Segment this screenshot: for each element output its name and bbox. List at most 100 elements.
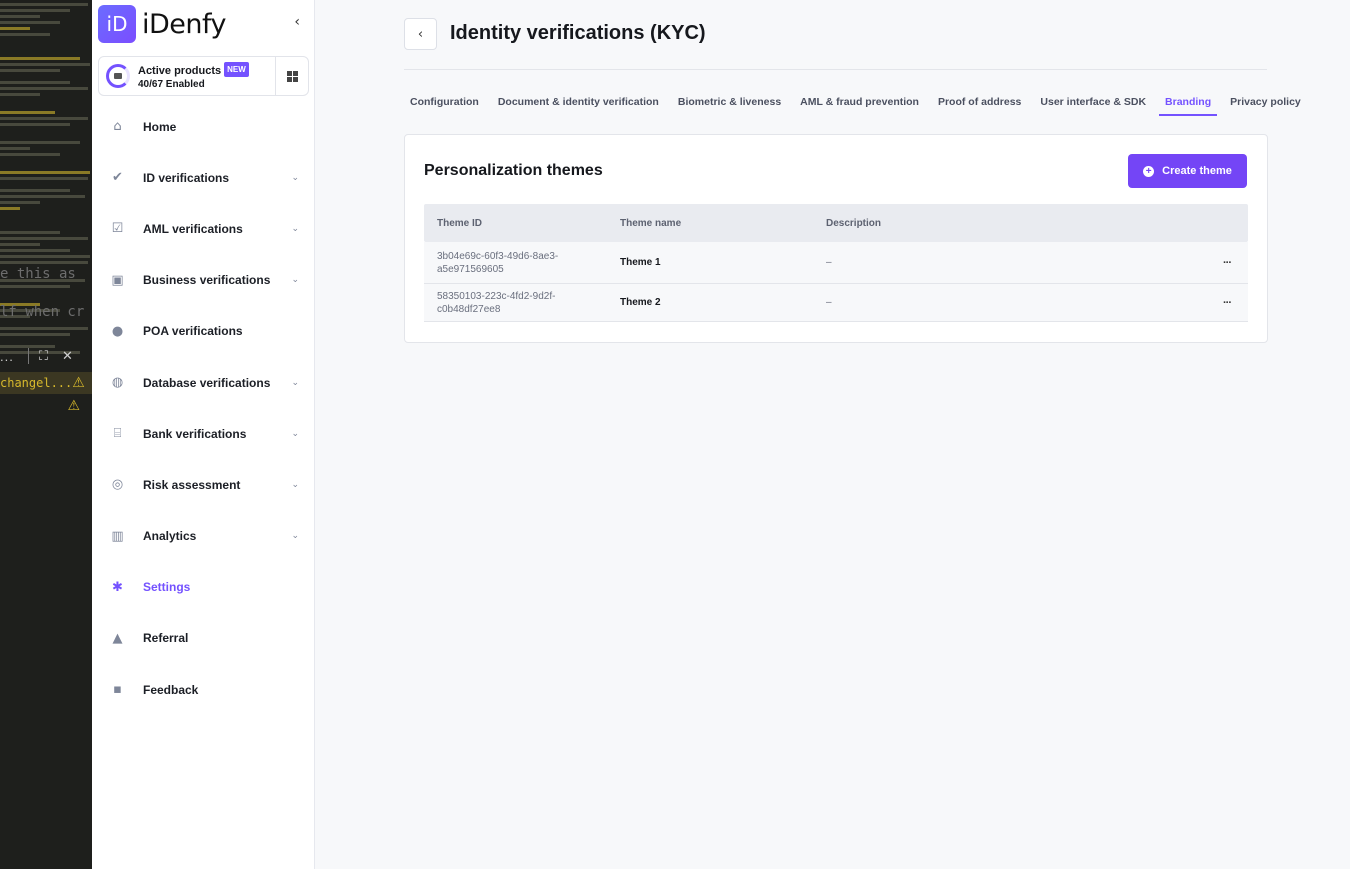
code-line: [0, 255, 90, 258]
active-products-card[interactable]: Active products NEW 40/67 Enabled: [98, 56, 309, 96]
bar-chart-icon: ▥: [111, 528, 124, 544]
code-line: [0, 27, 30, 30]
target-icon: ◎: [111, 477, 124, 493]
code-line: [0, 3, 88, 6]
code-line: [0, 171, 90, 174]
sidebar-item-id-verifications[interactable]: ✔ ID verifications ⌄: [92, 152, 315, 203]
settings-tabs: Configuration Document & identity verific…: [404, 92, 1314, 116]
collapse-sidebar-button[interactable]: ‹: [294, 14, 300, 30]
table-row[interactable]: 3b04e69c-60f3-49d6-8ae3- a5e971569605 The…: [424, 242, 1248, 284]
code-line: [0, 261, 88, 264]
sidebar-item-feedback[interactable]: ▪ Feedback: [92, 664, 315, 715]
chevron-down-icon[interactable]: ⌄: [291, 531, 299, 541]
sidebar-item-label: Referral: [143, 631, 189, 646]
chevron-down-icon[interactable]: ⌄: [291, 480, 299, 490]
personalization-themes-card: Personalization themes + Create theme Th…: [404, 134, 1268, 343]
problem-row[interactable]: ⚠: [0, 395, 92, 417]
chevron-down-icon[interactable]: ⌄: [291, 378, 299, 388]
sidebar-item-label: ID verifications: [143, 170, 230, 185]
page-title: Identity verifications (KYC): [450, 22, 706, 44]
back-button[interactable]: ‹: [404, 18, 437, 50]
tab-privacy-policy[interactable]: Privacy policy: [1224, 92, 1307, 116]
card-title: Personalization themes: [424, 162, 603, 179]
tab-biometric-liveness[interactable]: Biometric & liveness: [672, 92, 787, 116]
code-line: [0, 333, 70, 336]
plus-circle-icon: +: [1143, 165, 1155, 177]
code-line: [0, 123, 70, 126]
expand-icon[interactable]: ⛶: [39, 349, 48, 364]
code-line: [0, 237, 88, 240]
code-line: [0, 243, 40, 246]
toolbar-divider: [27, 348, 29, 364]
sidebar-item-label: Settings: [143, 580, 191, 595]
column-header-theme-id[interactable]: Theme ID: [424, 218, 620, 229]
clipboard-check-icon: ☑: [111, 221, 124, 237]
theme-id-cell: 3b04e69c-60f3-49d6-8ae3- a5e971569605: [437, 250, 559, 275]
user-check-icon: ✔: [112, 170, 123, 186]
chevron-down-icon[interactable]: ⌄: [291, 224, 299, 234]
tab-proof-of-address[interactable]: Proof of address: [932, 92, 1027, 116]
tab-document-identity-verification[interactable]: Document & identity verification: [492, 92, 665, 116]
briefcase-icon: [114, 73, 122, 79]
problem-row[interactable]: changel... ⚠: [0, 372, 92, 394]
theme-description-cell: –: [826, 297, 832, 308]
products-progress-ring: [106, 64, 130, 88]
column-header-theme-name[interactable]: Theme name: [620, 218, 826, 229]
editor-text-line: lf when cr: [0, 304, 85, 320]
sidebar-item-label: Risk assessment: [143, 477, 241, 492]
sidebar-item-bank-verifications[interactable]: ⌸ Bank verifications ⌄: [92, 408, 315, 459]
sidebar-item-analytics[interactable]: ▥ Analytics ⌄: [92, 511, 315, 562]
code-line: [0, 9, 70, 12]
close-icon[interactable]: ✕: [62, 349, 73, 364]
tab-user-interface-sdk[interactable]: User interface & SDK: [1034, 92, 1152, 116]
themes-table: Theme ID Theme name Description 3b04e69c…: [424, 204, 1248, 322]
code-line: [0, 285, 70, 288]
sidebar-item-database-verifications[interactable]: ◍ Database verifications ⌄: [92, 357, 315, 408]
brand-logo[interactable]: iD iDenfy: [98, 5, 227, 43]
bank-icon: ⌸: [113, 426, 122, 442]
tab-aml-fraud-prevention[interactable]: AML & fraud prevention: [794, 92, 925, 116]
code-line: [0, 327, 88, 330]
problem-text: changel...: [0, 376, 73, 390]
sidebar-item-label: AML verifications: [143, 221, 243, 236]
sidebar-item-risk-assessment[interactable]: ◎ Risk assessment ⌄: [92, 459, 315, 510]
code-line: [0, 231, 60, 234]
chevron-down-icon[interactable]: ⌄: [291, 429, 299, 439]
sidebar-nav: ⌂ Home ✔ ID verifications ⌄ ☑ AML verification…: [92, 101, 315, 715]
row-actions-more-icon[interactable]: ···: [1206, 297, 1248, 309]
code-line: [0, 207, 20, 210]
code-line: [0, 63, 90, 66]
sidebar-item-settings[interactable]: ✱ Settings: [92, 562, 315, 613]
table-header: Theme ID Theme name Description: [424, 204, 1248, 242]
new-badge: NEW: [224, 61, 249, 77]
sidebar-item-aml-verifications[interactable]: ☑ AML verifications ⌄: [92, 203, 315, 254]
theme-id-cell: 58350103-223c-4fd2-9d2f-c0b48df27ee8: [437, 290, 556, 315]
sidebar-item-label: POA verifications: [143, 324, 243, 339]
sidebar-item-label: Feedback: [143, 682, 199, 697]
row-actions-more-icon[interactable]: ···: [1206, 257, 1248, 269]
code-line: [0, 153, 60, 156]
tab-configuration[interactable]: Configuration: [404, 92, 485, 116]
create-theme-button[interactable]: + Create theme: [1128, 154, 1247, 188]
sidebar-item-home[interactable]: ⌂ Home: [92, 101, 315, 152]
active-products-title: Active products: [138, 64, 222, 77]
products-count: 40/67 Enabled: [138, 78, 205, 90]
table-row[interactable]: 58350103-223c-4fd2-9d2f-c0b48df27ee8 The…: [424, 284, 1248, 322]
sidebar-item-business-verifications[interactable]: ▣ Business verifications ⌄: [92, 255, 315, 306]
code-line: [0, 111, 55, 114]
code-line: [0, 15, 40, 18]
theme-name-cell: Theme 2: [620, 297, 661, 308]
sidebar-item-referral[interactable]: ▲ Referral: [92, 613, 315, 664]
tab-branding[interactable]: Branding: [1159, 92, 1218, 116]
sidebar-item-poa-verifications[interactable]: ● POA verifications: [92, 306, 315, 357]
location-pin-icon: ●: [111, 323, 124, 339]
more-icon[interactable]: ...: [0, 349, 14, 364]
column-header-description[interactable]: Description: [826, 218, 1206, 229]
sidebar-item-label: Business verifications: [143, 273, 271, 288]
code-line: [0, 195, 85, 198]
code-line: [0, 147, 30, 150]
apps-grid-button[interactable]: [275, 57, 308, 95]
code-line: [0, 69, 60, 72]
chevron-down-icon[interactable]: ⌄: [291, 275, 299, 285]
chevron-down-icon[interactable]: ⌄: [291, 173, 299, 183]
